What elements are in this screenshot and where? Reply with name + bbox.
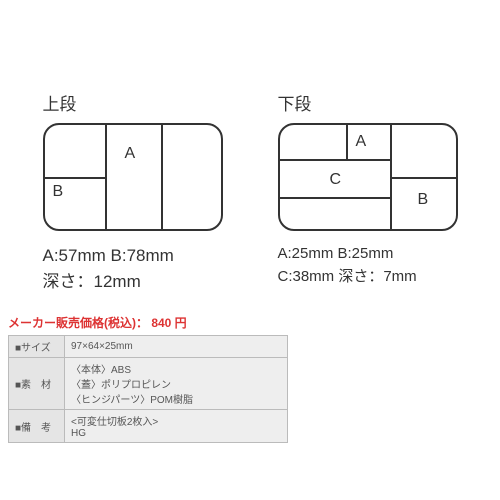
spec-size-val: 97×64×25mm	[65, 336, 288, 358]
spec-note-val: <可変仕切板2枚入> HG	[65, 410, 288, 443]
upper-label-b: B	[53, 183, 64, 201]
table-row: ■素 材〈本体〉ABS 〈蓋〉ポリプロピレン 〈ヒンジパーツ〉POM樹脂	[9, 358, 288, 410]
table-row: ■サイズ97×64×25mm	[9, 336, 288, 358]
lower-label-a: A	[356, 133, 367, 151]
table-row: ■備 考<可変仕切板2枚入> HG	[9, 410, 288, 443]
price-text: メーカー販売価格(税込)： 840 円	[8, 314, 500, 331]
upper-title: 上段	[43, 90, 77, 115]
spec-note-key: ■備 考	[9, 410, 65, 443]
upper-dims: A:57mm B:78mm 深さ：12mm	[43, 243, 174, 294]
spec-table: ■サイズ97×64×25mm ■素 材〈本体〉ABS 〈蓋〉ポリプロピレン 〈ヒ…	[8, 335, 288, 443]
spec-size-key: ■サイズ	[9, 336, 65, 358]
lower-label-c: C	[330, 171, 342, 189]
spec-mat-val: 〈本体〉ABS 〈蓋〉ポリプロピレン 〈ヒンジパーツ〉POM樹脂	[65, 358, 288, 410]
lower-title: 下段	[278, 90, 312, 115]
lower-box: A C B	[278, 123, 458, 231]
upper-label-a: A	[125, 145, 136, 163]
lower-label-b: B	[418, 191, 429, 209]
spec-mat-key: ■素 材	[9, 358, 65, 410]
lower-dims: A:25mm B:25mm C:38mm 深さ：7mm	[278, 243, 417, 288]
upper-box: A B	[43, 123, 223, 231]
